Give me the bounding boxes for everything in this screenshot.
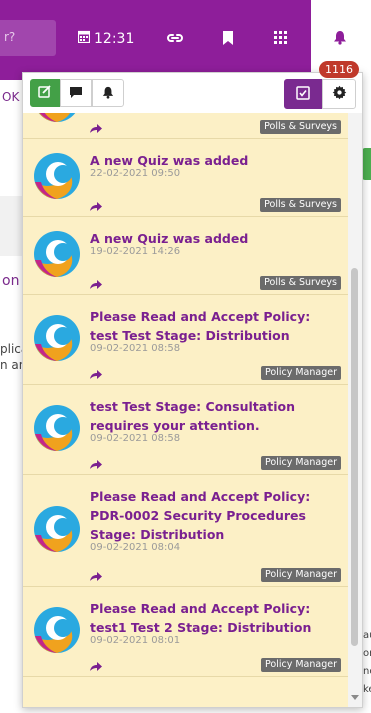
notification-item[interactable]: Please Read and Accept Policy: test Test… [23, 295, 348, 385]
share-arrow-icon[interactable] [90, 197, 102, 216]
category-tag[interactable]: Polls & Surveys [260, 120, 341, 134]
actions-button-group [284, 79, 356, 109]
background-green-button[interactable] [362, 148, 371, 180]
notification-title[interactable]: Please Read and Accept Policy: test1 Tes… [90, 599, 340, 637]
scrollbar-thumb[interactable] [351, 268, 358, 646]
alerts-button[interactable] [92, 79, 124, 107]
share-arrow-icon[interactable] [90, 657, 102, 676]
clock-display[interactable]: 12:31 [77, 30, 135, 47]
notification-date: 09-02-2021 08:01 [90, 635, 181, 646]
scroll-down-arrow[interactable] [351, 695, 359, 700]
bookmark-icon[interactable] [223, 31, 233, 45]
gear-icon [332, 85, 347, 104]
apps-grid-icon[interactable] [274, 31, 287, 44]
notification-date: 09-02-2021 08:58 [90, 343, 181, 354]
app-logo-icon [33, 152, 81, 200]
checkbox-icon [296, 85, 310, 104]
share-arrow-icon[interactable] [90, 119, 102, 138]
scrollbar[interactable] [348, 113, 362, 707]
share-arrow-icon[interactable] [90, 365, 102, 384]
background-text-fragment: au [363, 630, 371, 641]
background-text-fragment: nov [363, 666, 371, 677]
share-arrow-icon[interactable] [90, 567, 102, 586]
filter-button-group [30, 79, 124, 107]
mark-all-read-button[interactable] [284, 79, 322, 109]
notification-title[interactable]: test Test Stage: Consultation requires y… [90, 397, 340, 435]
app-logo-icon [33, 113, 81, 123]
background-text-fragment: ke [363, 684, 371, 695]
notification-item[interactable]: A new Quiz was added 19-02-2021 14:26 Poll… [23, 217, 348, 295]
notification-item[interactable]: A new Quiz was added 22-02-2021 09:50 Poll… [23, 139, 348, 217]
background-heading-fragment: on [2, 273, 20, 289]
category-tag[interactable]: Policy Manager [261, 658, 341, 672]
notification-date: 22-02-2021 09:50 [90, 168, 181, 179]
notification-date: 19-02-2021 14:26 [90, 246, 181, 257]
bell-icon [333, 30, 347, 49]
app-logo-icon [33, 606, 81, 654]
notification-title[interactable]: Please Read and Accept Policy: test Test… [90, 307, 340, 345]
app-logo-icon [33, 404, 81, 452]
notification-date: 09-02-2021 08:58 [90, 433, 181, 444]
background-text-fragment: ori [363, 648, 371, 659]
bell-icon [102, 84, 114, 103]
link-icon[interactable] [167, 32, 183, 44]
compose-button[interactable] [30, 79, 60, 107]
notification-item[interactable]: Polls & Surveys [23, 113, 348, 139]
ok-link[interactable]: OK [2, 90, 19, 104]
category-tag[interactable]: Policy Manager [261, 568, 341, 582]
notification-count-badge: 1116 [319, 61, 359, 78]
panel-toolbar [23, 73, 362, 113]
comments-button[interactable] [60, 79, 92, 107]
notification-list: Polls & Surveys A new Quiz was added 22-02… [23, 113, 362, 707]
notification-title[interactable]: Please Read and Accept Policy: PDR-0002 … [90, 487, 340, 544]
category-tag[interactable]: Polls & Surveys [260, 198, 341, 212]
app-logo-icon [33, 230, 81, 278]
compose-icon [38, 84, 52, 103]
notification-item[interactable]: test Test Stage: Consultation requires y… [23, 385, 348, 475]
clock-time: 12:31 [94, 30, 135, 47]
category-tag[interactable]: Policy Manager [261, 366, 341, 380]
notifications-panel: Polls & Surveys A new Quiz was added 22-02… [22, 72, 363, 708]
calendar-icon [77, 30, 91, 47]
app-logo-icon [33, 314, 81, 362]
notification-item[interactable]: Please Read and Accept Policy: PDR-0002 … [23, 475, 348, 587]
share-arrow-icon[interactable] [90, 275, 102, 294]
comment-icon [69, 84, 83, 103]
settings-button[interactable] [322, 79, 356, 109]
category-tag[interactable]: Polls & Surveys [260, 276, 341, 290]
notification-date: 09-02-2021 08:04 [90, 542, 181, 553]
search-input[interactable]: r? [0, 20, 56, 56]
category-tag[interactable]: Policy Manager [261, 456, 341, 470]
top-navbar: r? 12:31 [0, 0, 371, 80]
notification-item[interactable]: Please Read and Accept Policy: test1 Tes… [23, 587, 348, 677]
share-arrow-icon[interactable] [90, 455, 102, 474]
app-logo-icon [33, 505, 81, 553]
